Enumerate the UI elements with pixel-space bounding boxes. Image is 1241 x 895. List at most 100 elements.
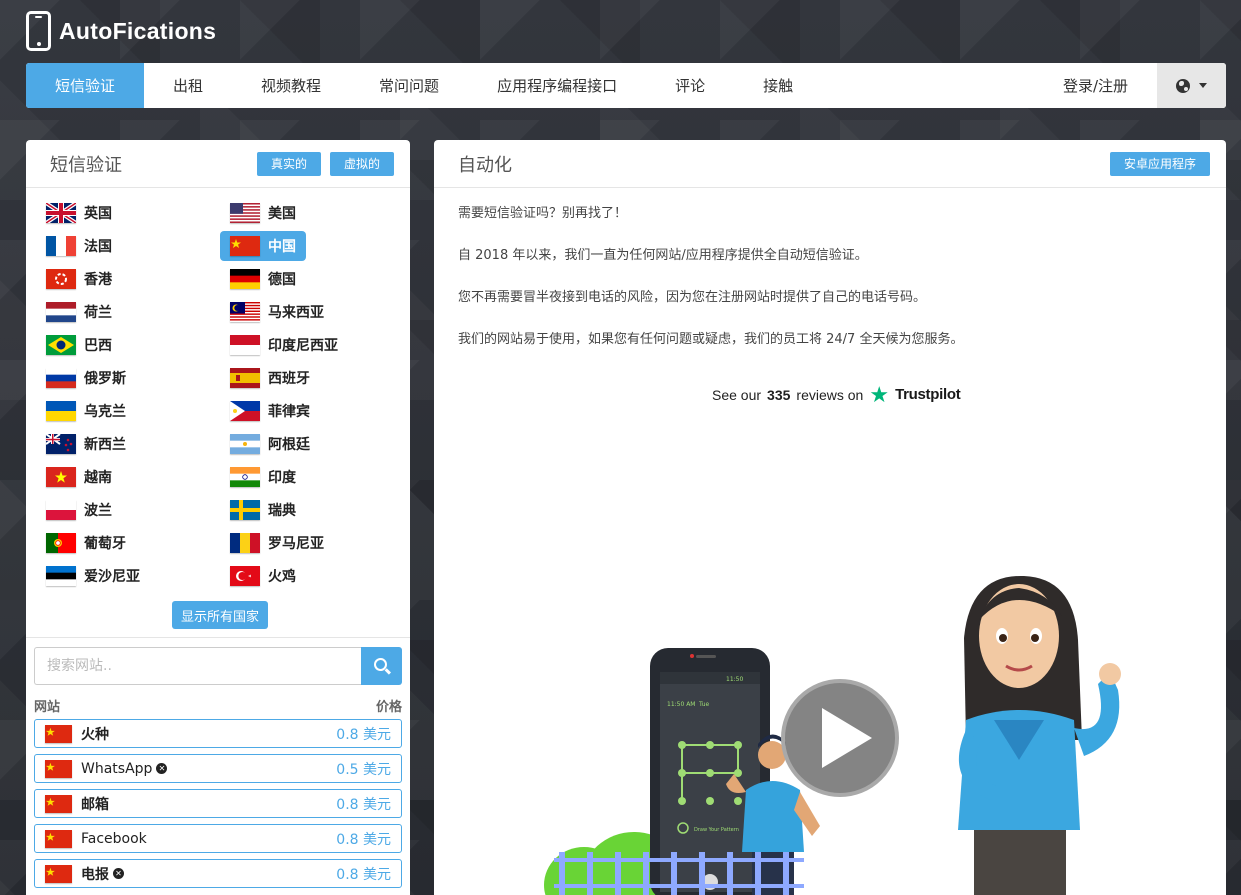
country-name: 瑞典 <box>268 503 296 519</box>
country-item[interactable]: 新西兰 <box>36 429 136 459</box>
service-row[interactable]: 火种 0.8 美元 <box>34 719 402 748</box>
main-navbar: 短信验证 出租 视频教程 常问问题 应用程序编程接口 评论 接触 登录/注册 <box>26 63 1226 108</box>
panel-header: 短信验证 真实的 虚拟的 <box>26 140 410 188</box>
nav-contact[interactable]: 接触 <box>734 63 822 108</box>
country-item[interactable]: 荷兰 <box>36 297 122 327</box>
service-price: 0.8 美元 <box>336 796 391 813</box>
flag-ro-icon <box>230 533 260 553</box>
android-app-button[interactable]: 安卓应用程序 <box>1109 151 1210 176</box>
country-item[interactable]: 印度 <box>220 462 306 492</box>
country-name: 法国 <box>84 239 112 255</box>
country-item[interactable]: 印度尼西亚 <box>220 330 348 360</box>
trustpilot-brand: Trustpilot <box>895 386 961 403</box>
real-numbers-button[interactable]: 真实的 <box>256 151 321 176</box>
nav-rent[interactable]: 出租 <box>144 63 232 108</box>
country-item[interactable]: 德国 <box>220 264 306 294</box>
flag-ph-icon <box>230 401 260 421</box>
country-item[interactable]: 爱沙尼亚 <box>36 561 150 591</box>
panel-title: 自动化 <box>458 154 512 176</box>
country-item[interactable]: 巴西 <box>36 330 122 360</box>
country-item[interactable]: 马来西亚 <box>220 297 334 327</box>
column-site: 网站 <box>34 700 61 715</box>
flag-my-icon <box>230 302 260 322</box>
flag-ua-icon <box>46 401 76 421</box>
promo-video-illustration[interactable]: 11:50 11:50 AM Tue Draw Your Pattern <box>434 560 1226 895</box>
phone-icon <box>26 11 51 51</box>
country-name: 中国 <box>268 239 296 255</box>
service-row[interactable]: WhatsApp ✕ 0.5 美元 <box>34 754 402 783</box>
man-shirt <box>742 781 804 852</box>
search-input[interactable] <box>34 647 361 685</box>
panel-header: 自动化 安卓应用程序 <box>434 140 1226 188</box>
search-icon <box>373 658 387 671</box>
country-name: 葡萄牙 <box>84 536 126 552</box>
automation-text: 需要短信验证吗？别再找了！ 自 2018 年以来，我们一直为任何网站/应用程序提… <box>434 188 1226 392</box>
country-item[interactable]: 英国 <box>36 198 122 228</box>
nav-video-tutorials[interactable]: 视频教程 <box>232 63 350 108</box>
phone-screen-time: 11:50 AM <box>667 701 695 708</box>
flag-cn-icon <box>45 829 72 848</box>
language-dropdown[interactable] <box>1157 63 1226 108</box>
flag-hk-icon <box>46 269 76 289</box>
pattern-caption: Draw Your Pattern <box>694 827 739 833</box>
service-row[interactable]: 邮箱 0.8 美元 <box>34 789 402 818</box>
search-button[interactable] <box>361 647 402 685</box>
flag-cn-icon <box>45 864 72 883</box>
intro-paragraph: 需要短信验证吗？别再找了！ <box>458 206 628 221</box>
country-item[interactable]: 美国 <box>220 198 306 228</box>
country-item[interactable]: 香港 <box>36 264 122 294</box>
service-name: WhatsApp <box>81 760 153 777</box>
flag-fr-icon <box>46 236 76 256</box>
country-name: 印度 <box>268 470 296 486</box>
country-item[interactable]: 乌克兰 <box>36 396 136 426</box>
country-name: 香港 <box>84 272 112 288</box>
country-item[interactable]: 阿根廷 <box>220 429 320 459</box>
flag-cn-icon <box>45 759 72 778</box>
country-name: 新西兰 <box>84 437 126 453</box>
country-item[interactable]: 中国 <box>220 231 306 261</box>
country-name: 荷兰 <box>84 305 112 321</box>
sms-verification-panel: 短信验证 真实的 虚拟的 英国 美国法国 中国香港 德国荷兰 马来西亚巴西 印度尼西亚俄罗… <box>26 140 410 895</box>
nav-login-register[interactable]: 登录/注册 <box>1034 63 1157 108</box>
country-name: 西班牙 <box>268 371 310 387</box>
brand-logo[interactable]: AutoFications <box>26 11 216 51</box>
flag-us-icon <box>230 203 260 223</box>
nav-faq[interactable]: 常问问题 <box>350 63 468 108</box>
country-item[interactable]: 西班牙 <box>220 363 320 393</box>
country-item[interactable]: 俄罗斯 <box>36 363 136 393</box>
brand-name: AutoFications <box>59 17 217 44</box>
nav-api[interactable]: 应用程序编程接口 <box>468 63 646 108</box>
country-name: 马来西亚 <box>268 305 324 321</box>
site-search <box>34 647 402 685</box>
country-item[interactable]: 火鸡 <box>220 561 306 591</box>
country-item[interactable]: 葡萄牙 <box>36 528 136 558</box>
phone-camera <box>690 654 694 658</box>
woman-skirt <box>974 830 1066 895</box>
globe-icon <box>1176 78 1190 93</box>
country-item[interactable]: 法国 <box>36 231 122 261</box>
nav-sms-verification[interactable]: 短信验证 <box>26 63 145 108</box>
phone-screen-day: Tue <box>698 701 710 708</box>
country-name: 火鸡 <box>268 569 296 585</box>
service-row[interactable]: Facebook 0.8 美元 <box>34 824 402 853</box>
nav-reviews[interactable]: 评论 <box>646 63 734 108</box>
trustpilot-star-icon: ★ <box>869 381 890 407</box>
country-name: 爱沙尼亚 <box>84 569 140 585</box>
country-item[interactable]: 越南 <box>36 462 122 492</box>
service-name: 邮箱 <box>81 796 109 813</box>
service-row[interactable]: 电报 ✕ 0.8 美元 <box>34 859 402 888</box>
virtual-numbers-button[interactable]: 虚拟的 <box>329 151 394 176</box>
show-all-countries-button[interactable]: 显示所有国家 <box>172 601 269 629</box>
service-price: 0.8 美元 <box>336 831 391 848</box>
service-name: Facebook <box>81 830 147 847</box>
country-item[interactable]: 波兰 <box>36 495 122 525</box>
woman-pupil <box>999 634 1007 642</box>
country-name: 波兰 <box>84 503 112 519</box>
flag-es-icon <box>230 368 260 388</box>
country-item[interactable]: 瑞典 <box>220 495 306 525</box>
country-name: 美国 <box>268 206 296 222</box>
country-item[interactable]: 罗马尼亚 <box>220 528 334 558</box>
country-item[interactable]: 菲律宾 <box>220 396 320 426</box>
trustpilot-widget[interactable]: See our 335 reviews on ★ Trustpilot <box>712 381 961 407</box>
flag-ee-icon <box>46 566 76 586</box>
